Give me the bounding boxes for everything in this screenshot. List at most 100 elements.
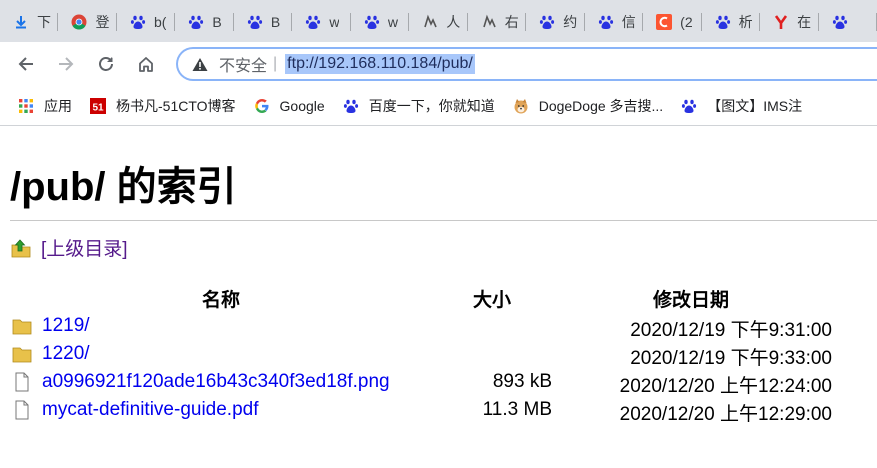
- tab-title: 右: [504, 13, 519, 30]
- tab-baidu-4[interactable]: w: [292, 5, 351, 38]
- table-row: mycat-definitive-guide.pdf 11.3 MB 2020/…: [10, 397, 870, 425]
- entry-size: 11.3 MB: [482, 399, 552, 420]
- tab-login[interactable]: 登: [58, 5, 117, 38]
- column-header-name[interactable]: 名称: [202, 285, 240, 311]
- tab-y[interactable]: 在: [760, 5, 819, 38]
- tab-title: 登: [95, 13, 110, 30]
- tab-script-1[interactable]: 人: [409, 5, 468, 38]
- warning-icon[interactable]: [192, 57, 210, 72]
- forward-button[interactable]: [50, 48, 82, 80]
- tab-csdn[interactable]: (2: [643, 5, 702, 38]
- parent-link-text[interactable]: [上级目录]: [41, 234, 128, 261]
- entry-name: 1220/: [42, 343, 90, 365]
- folder-icon: [12, 344, 32, 364]
- bookmark-google[interactable]: Google: [254, 98, 325, 114]
- 51cto-icon: 51: [90, 97, 106, 114]
- entry-link[interactable]: 1219/: [42, 315, 90, 336]
- bookmark-label: 【图文】IMS注: [707, 97, 803, 114]
- baidu-paw-icon: [681, 98, 697, 114]
- tab-title: b(: [153, 13, 167, 30]
- page-title: /pub/ 的索引: [10, 165, 237, 209]
- tab-title: 信: [621, 13, 636, 30]
- reload-button[interactable]: [90, 48, 122, 80]
- entry-date: 2020/12/19 下午9:33:00: [630, 348, 832, 369]
- bookmark-apps[interactable]: 应用: [18, 96, 72, 116]
- bookmark-dogedoge[interactable]: DogeDoge 多吉搜...: [513, 96, 664, 116]
- back-button[interactable]: [10, 48, 42, 80]
- column-header-size[interactable]: 大小: [473, 285, 511, 311]
- file-icon: [12, 400, 32, 420]
- tab-baidu-9[interactable]: [819, 5, 877, 38]
- tab-title: 下: [37, 13, 51, 30]
- tab-script-2[interactable]: 右: [468, 5, 527, 38]
- url-text[interactable]: ftp://192.168.110.184/pub/: [285, 54, 475, 74]
- table-row: 1219/ 2020/12/19 下午9:31:00: [10, 313, 870, 341]
- table-row: a0996921f120ade16b43c340f3ed18f.png 893 …: [10, 369, 870, 397]
- bookmarks-bar: 应用 51 杨书凡-51CTO博客 Google 百度一下，你就知道 DogeD…: [0, 86, 877, 126]
- bookmark-label: DogeDoge 多吉搜...: [538, 97, 664, 114]
- bookmark-ims[interactable]: 【图文】IMS注: [681, 96, 802, 116]
- entry-date: 2020/12/19 下午9:31:00: [630, 320, 832, 341]
- tab-baidu-7[interactable]: 信: [585, 5, 644, 38]
- bookmark-label: 应用: [44, 97, 72, 114]
- bookmark-label: 百度一下，你就知道: [368, 97, 495, 114]
- baidu-paw-icon: [364, 14, 380, 30]
- svg-text:51: 51: [92, 102, 104, 113]
- script-icon: [422, 14, 438, 30]
- baidu-paw-icon: [305, 14, 321, 30]
- entry-name: a0996921f120ade16b43c340f3ed18f.png: [42, 371, 390, 393]
- tab-baidu-2[interactable]: B: [175, 5, 234, 38]
- folder-icon: [12, 316, 32, 336]
- back-arrow-icon: [18, 57, 33, 71]
- tab-title: w: [329, 13, 340, 30]
- baidu-paw-icon: [832, 14, 848, 30]
- tab-title: 在: [797, 13, 812, 30]
- baidu-paw-icon: [715, 14, 731, 30]
- entry-name: mycat-definitive-guide.pdf: [42, 399, 259, 421]
- up-folder-icon: [11, 238, 31, 258]
- entry-link[interactable]: mycat-definitive-guide.pdf: [42, 399, 259, 420]
- tab-title: 约: [563, 13, 578, 30]
- tab-download[interactable]: 下: [0, 5, 59, 38]
- tab-baidu-5[interactable]: w: [351, 5, 410, 38]
- bookmark-label: 杨书凡-51CTO博客: [116, 97, 236, 114]
- reload-icon: [99, 57, 113, 71]
- tab-baidu-8[interactable]: 析: [702, 5, 761, 38]
- baidu-paw-icon: [343, 98, 359, 114]
- entry-size: 893 kB: [492, 371, 552, 392]
- entry-link[interactable]: 1220/: [42, 343, 90, 364]
- home-button[interactable]: [130, 48, 162, 80]
- table-row: 1220/ 2020/12/19 下午9:33:00: [10, 341, 870, 369]
- baidu-paw-icon: [598, 14, 614, 30]
- parent-directory-link[interactable]: [上级目录]: [11, 234, 128, 261]
- tab-title: 人: [446, 13, 461, 30]
- baidu-paw-icon: [188, 14, 204, 30]
- csdn-icon: [656, 13, 673, 30]
- tab-title: 析: [738, 13, 753, 30]
- entry-date: 2020/12/20 上午12:24:00: [619, 376, 832, 397]
- tab-baidu-3[interactable]: B: [234, 5, 293, 38]
- home-icon: [139, 57, 153, 72]
- google-icon: [254, 98, 270, 114]
- script-icon: [481, 14, 497, 30]
- bookmark-baidu[interactable]: 百度一下，你就知道: [343, 96, 495, 116]
- baidu-paw-icon: [130, 14, 146, 30]
- tab-baidu-6[interactable]: 约: [526, 5, 585, 38]
- file-icon: [12, 372, 32, 392]
- download-icon: [13, 14, 29, 30]
- tab-title: B: [212, 13, 222, 30]
- baidu-paw-icon: [539, 14, 555, 30]
- page-content: /pub/ 的索引 [上级目录] 名称 大小 修改日期 1219/ 2020/1…: [0, 127, 877, 468]
- address-bar[interactable]: 不安全 | ftp://192.168.110.184/pub/: [176, 47, 877, 81]
- tab-baidu-1[interactable]: b(: [117, 5, 176, 38]
- bookmark-51cto[interactable]: 51 杨书凡-51CTO博客: [90, 96, 236, 116]
- forward-arrow-icon: [59, 57, 74, 71]
- security-label[interactable]: 不安全: [219, 52, 267, 76]
- entry-date: 2020/12/20 上午12:29:00: [619, 404, 832, 425]
- entry-name: 1219/: [42, 315, 90, 337]
- tab-title: B: [270, 13, 281, 30]
- column-header-date[interactable]: 修改日期: [653, 285, 729, 311]
- tab-strip: 下 登 b( B B w w 人 右 约 信 (2 析 在: [0, 0, 877, 42]
- y-icon: [773, 14, 789, 30]
- entry-link[interactable]: a0996921f120ade16b43c340f3ed18f.png: [42, 371, 390, 392]
